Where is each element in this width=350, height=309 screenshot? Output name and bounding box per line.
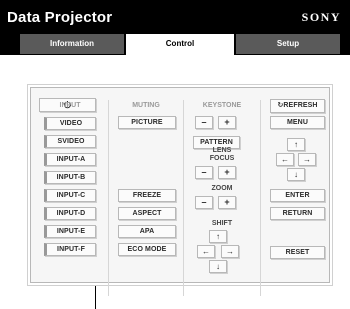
arrow-left-icon: ← bbox=[280, 155, 290, 164]
picture-mute-button[interactable]: PICTURE bbox=[118, 116, 176, 129]
tab-bar: Information Control Setup bbox=[20, 34, 340, 55]
callout-line bbox=[95, 286, 96, 309]
shift-down-button[interactable]: ↓ bbox=[209, 260, 227, 273]
refresh-label: REFRESH bbox=[283, 102, 318, 109]
lens-heading: LENS bbox=[212, 147, 232, 154]
input-video-button[interactable]: VIDEO bbox=[44, 117, 96, 130]
arrow-right-icon: → bbox=[302, 155, 312, 164]
input-c-button[interactable]: INPUT-C bbox=[44, 189, 96, 202]
tab-control[interactable]: Control bbox=[126, 34, 234, 55]
keystone-minus-button[interactable]: – bbox=[195, 116, 213, 129]
focus-label: FOCUS bbox=[209, 155, 235, 162]
arrow-down-icon: ↓ bbox=[293, 170, 299, 179]
menu-down-button[interactable]: ↓ bbox=[287, 168, 305, 181]
input-f-button[interactable]: INPUT-F bbox=[44, 243, 96, 256]
tab-information[interactable]: Information bbox=[20, 34, 124, 54]
tab-setup[interactable]: Setup bbox=[236, 34, 340, 54]
input-heading: INPUT bbox=[59, 102, 81, 109]
refresh-button[interactable]: ↻REFRESH bbox=[270, 99, 325, 113]
arrow-right-icon: → bbox=[225, 247, 235, 256]
column-divider bbox=[260, 100, 261, 296]
reset-button[interactable]: RESET bbox=[270, 246, 325, 259]
arrow-up-icon: ↑ bbox=[215, 232, 221, 241]
arrow-left-icon: ← bbox=[201, 247, 211, 256]
app-title: Data Projector bbox=[7, 9, 113, 26]
focus-minus-button[interactable]: – bbox=[195, 166, 213, 179]
input-e-button[interactable]: INPUT-E bbox=[44, 225, 96, 238]
zoom-heading: ZOOM bbox=[211, 185, 233, 192]
input-b-button[interactable]: INPUT-B bbox=[44, 171, 96, 184]
keystone-heading: KEYSTONE bbox=[202, 102, 242, 109]
input-a-button[interactable]: INPUT-A bbox=[44, 153, 96, 166]
eco-mode-button[interactable]: ECO MODE bbox=[118, 243, 176, 256]
menu-button[interactable]: MENU bbox=[270, 116, 325, 129]
zoom-plus-button[interactable]: + bbox=[218, 196, 236, 209]
brand-logo: SONY bbox=[301, 10, 341, 24]
return-button[interactable]: RETURN bbox=[270, 207, 325, 220]
shift-up-button[interactable]: ↑ bbox=[209, 230, 227, 243]
focus-plus-button[interactable]: + bbox=[218, 166, 236, 179]
apa-button[interactable]: APA bbox=[118, 225, 176, 238]
menu-right-button[interactable]: → bbox=[298, 153, 316, 166]
freeze-button[interactable]: FREEZE bbox=[118, 189, 176, 202]
column-divider bbox=[183, 100, 184, 296]
arrow-down-icon: ↓ bbox=[215, 262, 221, 271]
aspect-button[interactable]: ASPECT bbox=[118, 207, 176, 220]
column-divider bbox=[108, 100, 109, 296]
menu-left-button[interactable]: ← bbox=[276, 153, 294, 166]
input-svideo-button[interactable]: SVIDEO bbox=[44, 135, 96, 148]
shift-left-button[interactable]: ← bbox=[197, 245, 215, 258]
zoom-minus-button[interactable]: – bbox=[195, 196, 213, 209]
shift-heading: SHIFT bbox=[211, 220, 233, 227]
enter-button[interactable]: ENTER bbox=[270, 189, 325, 202]
shift-right-button[interactable]: → bbox=[221, 245, 239, 258]
keystone-plus-button[interactable]: + bbox=[218, 116, 236, 129]
muting-heading: MUTING bbox=[132, 102, 160, 109]
menu-up-button[interactable]: ↑ bbox=[287, 138, 305, 151]
input-d-button[interactable]: INPUT-D bbox=[44, 207, 96, 220]
arrow-up-icon: ↑ bbox=[293, 140, 299, 149]
